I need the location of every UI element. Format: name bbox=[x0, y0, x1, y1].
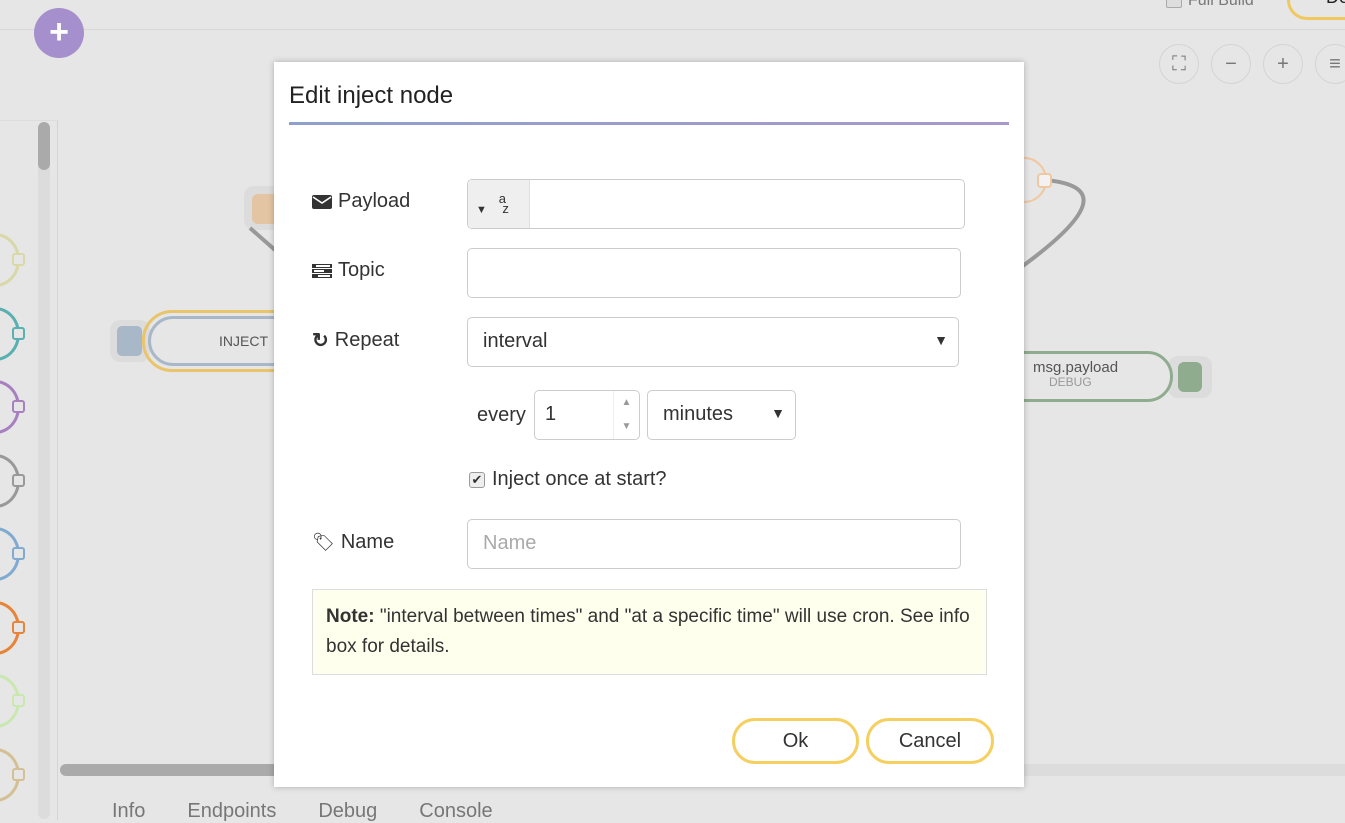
tab-debug[interactable]: Debug bbox=[318, 800, 377, 823]
interval-count-spinner[interactable]: 1 ▲ ▼ bbox=[534, 390, 640, 440]
tab-console[interactable]: Console bbox=[419, 800, 492, 823]
payload-type-selector[interactable]: ▼ a z bbox=[468, 180, 530, 228]
dropdown-arrow-icon: ▼ bbox=[771, 405, 785, 421]
interval-unit-select[interactable]: minutes ▼ bbox=[647, 390, 796, 440]
debug-toggle[interactable] bbox=[1168, 356, 1212, 398]
cancel-button[interactable]: Cancel bbox=[866, 718, 994, 764]
inject-button[interactable] bbox=[117, 326, 142, 356]
edit-inject-dialog: Edit inject node Payload ▼ a z Topic ↻ R… bbox=[274, 62, 1024, 787]
inject-once-checkbox[interactable]: ✔ bbox=[469, 471, 485, 488]
debug-node-label: msg.payload bbox=[1033, 359, 1119, 376]
title-divider bbox=[289, 122, 1009, 125]
topic-input[interactable] bbox=[467, 248, 961, 298]
dropdown-arrow-icon: ▼ bbox=[934, 332, 948, 348]
dialog-title: Edit inject node bbox=[289, 82, 454, 109]
string-type-icon: a z bbox=[498, 191, 509, 216]
caret-down-icon: ▼ bbox=[476, 204, 487, 216]
tasks-icon bbox=[312, 263, 332, 278]
add-flow-button[interactable]: + bbox=[34, 8, 84, 58]
every-label: every bbox=[477, 404, 526, 426]
topic-label: Topic bbox=[312, 259, 385, 282]
ok-button[interactable]: Ok bbox=[732, 718, 859, 764]
sidebar-tabs: Info Endpoints Debug Console bbox=[112, 800, 493, 823]
cron-note: Note: "interval between times" and "at a… bbox=[312, 589, 987, 675]
tab-info[interactable]: Info bbox=[112, 800, 145, 823]
repeat-select[interactable]: interval ▼ bbox=[467, 317, 959, 367]
name-input[interactable]: Name bbox=[467, 519, 961, 569]
canvas-scroll-thumb[interactable] bbox=[60, 764, 290, 776]
name-label: 🏷 Name bbox=[312, 531, 395, 553]
inject-once-option[interactable]: ✔ Inject once at start? bbox=[469, 468, 667, 491]
spinner-up-icon[interactable]: ▲ bbox=[614, 391, 639, 415]
tag-icon: 🏷 bbox=[312, 532, 335, 552]
spinner-down-icon[interactable]: ▼ bbox=[614, 415, 639, 439]
tab-endpoints[interactable]: Endpoints bbox=[187, 800, 276, 823]
envelope-icon bbox=[312, 194, 332, 209]
debug-node-type: DEBUG bbox=[1049, 375, 1092, 389]
payload-input[interactable]: ▼ a z bbox=[467, 179, 965, 229]
repeat-label: ↻ Repeat bbox=[312, 329, 400, 352]
refresh-icon: ↻ bbox=[312, 330, 329, 352]
payload-label: Payload bbox=[312, 190, 410, 213]
